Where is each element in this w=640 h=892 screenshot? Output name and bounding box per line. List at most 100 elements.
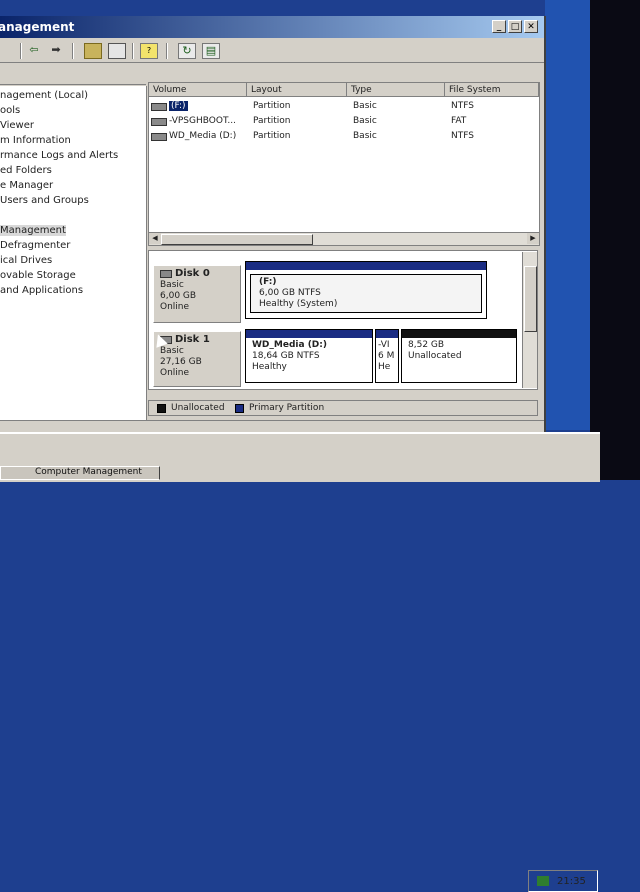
monitor-bezel	[590, 0, 640, 480]
close-button[interactable]: ✕	[524, 20, 538, 33]
volume-file-system: NTFS	[451, 131, 474, 141]
primary-partition-swatch	[235, 404, 244, 413]
toolbar-separator	[132, 43, 134, 59]
partition-name: -VI	[378, 340, 390, 350]
partition-name: WD_Media (D:)	[252, 340, 327, 350]
tree-item[interactable]: Users and Groups	[0, 195, 89, 206]
drive-icon	[151, 103, 167, 111]
disk-status: Online	[160, 368, 190, 378]
title-bar[interactable]: anagement _ □ ✕	[0, 16, 544, 38]
tree-item-disk-management[interactable]: Management	[0, 225, 66, 236]
maximize-button[interactable]: □	[508, 20, 522, 33]
tree-item[interactable]: nagement (Local)	[0, 90, 88, 101]
volume-layout: Partition	[253, 131, 291, 141]
partition-wd-media[interactable]: WD_Media (D:) 18,64 GB NTFS Healthy	[245, 329, 373, 383]
primary-partition-bar	[246, 262, 486, 270]
tree-header	[0, 68, 146, 85]
partition-size: 6,00 GB NTFS	[259, 288, 321, 298]
horizontal-scrollbar[interactable]: ◀ ▶	[149, 232, 539, 245]
taskbar-button-computer-management[interactable]: Computer Management	[0, 466, 160, 480]
tree-item[interactable]: Defragmenter	[0, 240, 70, 251]
tree-item[interactable]: ovable Storage	[0, 270, 76, 281]
volume-row[interactable]: -VPSGHBOOT... Partition Basic FAT	[149, 114, 539, 128]
partition-size: 18,64 GB NTFS	[252, 351, 320, 361]
scroll-thumb[interactable]	[161, 234, 313, 245]
volume-row[interactable]: WD_Media (D:) Partition Basic NTFS	[149, 129, 539, 143]
disk-kind: Basic	[160, 346, 184, 356]
disk-0-label[interactable]: Disk 0 Basic 6,00 GB Online	[153, 265, 241, 323]
clock[interactable]: 21:35	[557, 876, 586, 887]
column-header-file-system[interactable]: File System	[445, 83, 539, 97]
primary-partition-bar	[376, 330, 398, 338]
network-icon[interactable]	[537, 876, 549, 886]
unallocated-swatch	[157, 404, 166, 413]
column-header-volume[interactable]: Volume	[149, 83, 247, 97]
disk-icon	[160, 269, 172, 278]
disk-graphical-view: Disk 0 Basic 6,00 GB Online (F:) 6,00 GB…	[148, 250, 538, 390]
scroll-thumb[interactable]	[524, 266, 537, 332]
toolbar: ⇦ ➡ ? ↻ ▤	[0, 40, 544, 63]
computer-management-window: anagement _ □ ✕ ⇦ ➡ ? ↻ ▤ nagement (Loca…	[0, 16, 546, 434]
tree-item[interactable]: m Information	[0, 135, 71, 146]
toolbar-separator	[72, 43, 74, 59]
volume-layout: Partition	[253, 101, 291, 111]
legend-primary-partition: Primary Partition	[249, 403, 325, 413]
scroll-right-icon[interactable]: ▶	[527, 233, 539, 244]
system-tray: 21:35	[528, 870, 598, 892]
volume-type: Basic	[353, 101, 377, 111]
up-folder-icon[interactable]	[84, 43, 102, 59]
unallocated-bar	[402, 330, 516, 338]
disk-size: 6,00 GB	[160, 291, 197, 301]
drive-icon	[151, 133, 167, 141]
tree-item[interactable]: ical Drives	[0, 255, 52, 266]
toolbar-separator	[166, 43, 168, 59]
partition-status: Unallocated	[408, 351, 462, 361]
column-header-type[interactable]: Type	[347, 83, 445, 97]
volume-type: Basic	[353, 131, 377, 141]
disk-size: 27,16 GB	[160, 357, 202, 367]
tree-item[interactable]: Viewer	[0, 120, 34, 131]
volume-layout: Partition	[253, 116, 291, 126]
partition-unallocated[interactable]: 8,52 GB Unallocated	[401, 329, 517, 383]
partition-name: (F:)	[259, 277, 277, 287]
toolbar-separator	[20, 43, 22, 59]
partition-status: Healthy (System)	[259, 299, 338, 309]
partition-size: 6 M	[378, 351, 395, 361]
volume-name: -VPSGHBOOT...	[169, 116, 236, 126]
scroll-left-icon[interactable]: ◀	[149, 233, 161, 244]
disk-name: Disk 0	[175, 268, 210, 279]
minimize-button[interactable]: _	[492, 20, 506, 33]
volume-name: WD_Media (D:)	[169, 131, 237, 141]
drive-icon	[151, 118, 167, 126]
forward-arrow-icon[interactable]: ➡	[48, 43, 64, 57]
legend: Unallocated Primary Partition	[148, 400, 538, 416]
disk-status: Online	[160, 302, 190, 312]
primary-partition-bar	[246, 330, 372, 338]
partition-size: 8,52 GB	[408, 340, 445, 350]
volume-file-system: FAT	[451, 116, 467, 126]
disk-name: Disk 1	[175, 334, 210, 345]
vertical-scrollbar[interactable]	[522, 252, 537, 388]
properties-icon[interactable]	[108, 43, 126, 59]
console-tree: nagement (Local) ools Viewer m Informati…	[0, 86, 147, 426]
tree-item[interactable]: ed Folders	[0, 165, 52, 176]
help-icon[interactable]: ?	[140, 43, 158, 59]
refresh-icon[interactable]: ↻	[178, 43, 196, 59]
disk-kind: Basic	[160, 280, 184, 290]
volume-row[interactable]: (F:) Partition Basic NTFS	[149, 99, 539, 113]
volume-file-system: NTFS	[451, 101, 474, 111]
partition-f[interactable]: (F:) 6,00 GB NTFS Healthy (System)	[245, 261, 487, 319]
tree-item[interactable]: rmance Logs and Alerts	[0, 150, 118, 161]
partition-vpsghboot[interactable]: -VI 6 M He	[375, 329, 399, 383]
volume-name: (F:)	[169, 101, 188, 111]
volume-list: Volume Layout Type File System (F:) Part…	[148, 82, 540, 246]
export-icon[interactable]: ▤	[202, 43, 220, 59]
window-title: anagement	[0, 20, 75, 34]
tree-item[interactable]: e Manager	[0, 180, 53, 191]
back-arrow-icon[interactable]: ⇦	[26, 43, 42, 57]
tree-item[interactable]: and Applications	[0, 285, 83, 296]
partition-status: Healthy	[252, 362, 287, 372]
tree-item[interactable]: ools	[0, 105, 20, 116]
column-header-layout[interactable]: Layout	[247, 83, 347, 97]
volume-type: Basic	[353, 116, 377, 126]
